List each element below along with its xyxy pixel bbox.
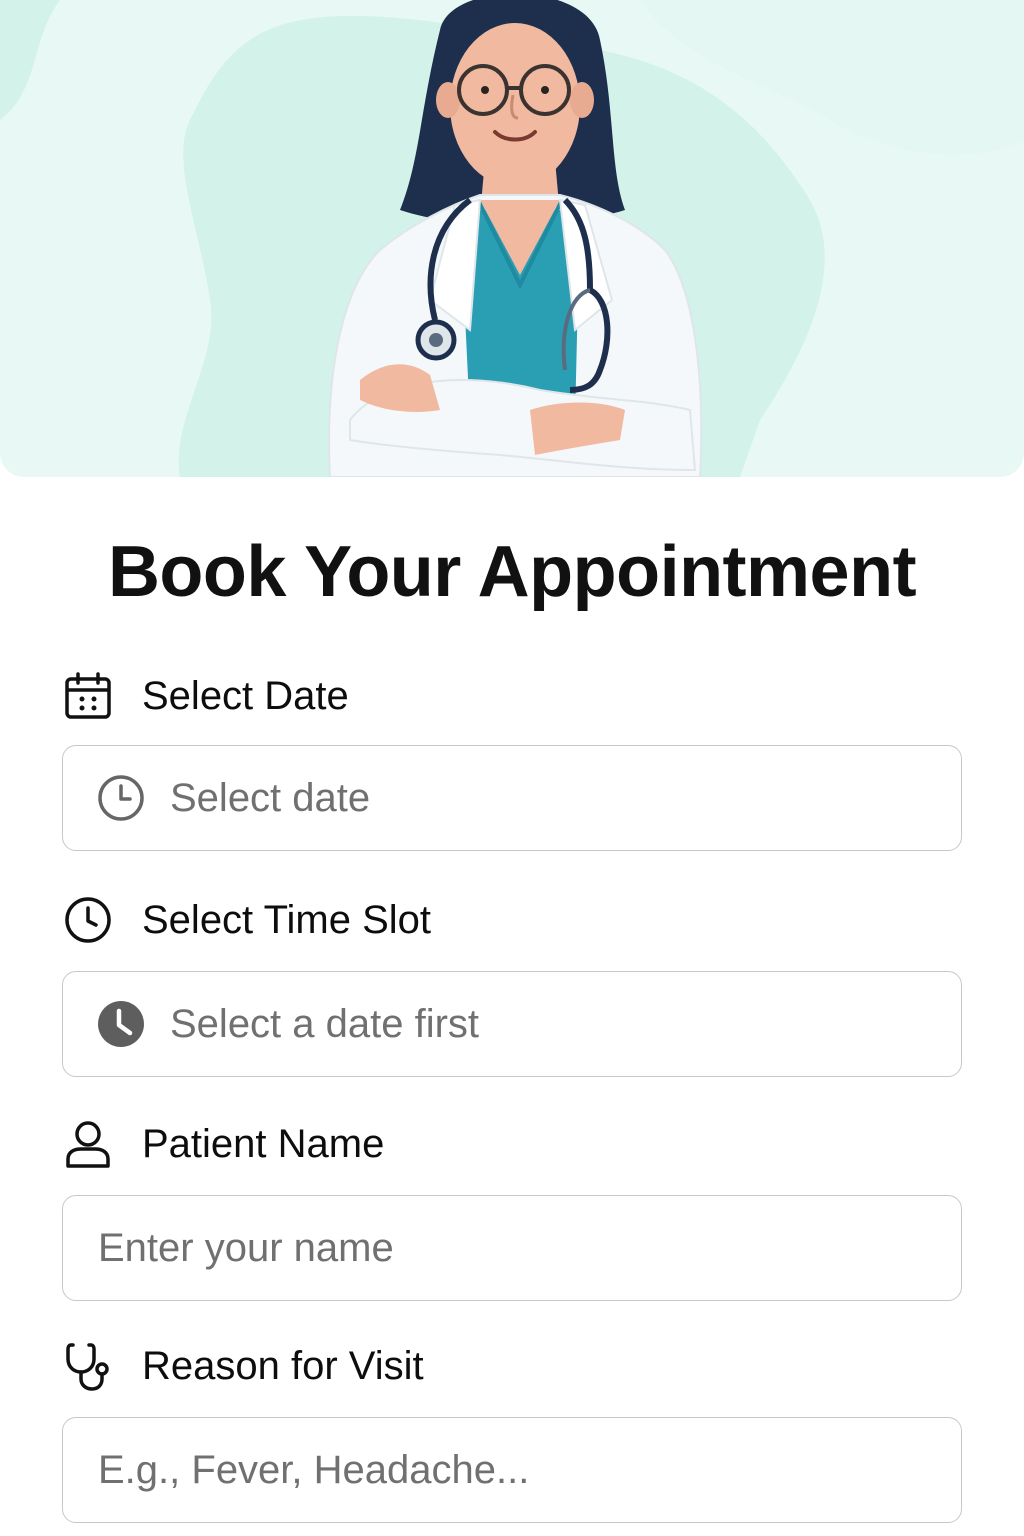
patient-name-field[interactable]	[62, 1195, 962, 1301]
page-title: Book Your Appointment	[107, 532, 917, 612]
patient-name-input[interactable]	[98, 1225, 918, 1271]
reason-label: Reason for Visit	[62, 1340, 424, 1392]
date-label-text: Select Date	[142, 674, 349, 718]
patient-name-label: Patient Name	[62, 1118, 384, 1170]
date-placeholder: Select date	[170, 775, 371, 820]
stethoscope-icon	[62, 1340, 114, 1392]
calendar-icon	[62, 670, 114, 722]
clock-outline-icon	[96, 773, 146, 823]
time-slot-label: Select Time Slot	[62, 894, 431, 946]
doctor-illustration	[0, 0, 1024, 477]
user-icon	[62, 1118, 114, 1170]
hero-banner	[0, 0, 1024, 477]
reason-label-text: Reason for Visit	[142, 1344, 424, 1388]
date-field[interactable]: Select date	[62, 745, 962, 851]
time-slot-label-text: Select Time Slot	[142, 898, 432, 942]
reason-input[interactable]	[98, 1447, 918, 1493]
clock-filled-icon	[96, 999, 146, 1049]
clock-icon	[62, 894, 114, 946]
time-slot-field[interactable]: Select a date first	[62, 971, 962, 1077]
patient-name-label-text: Patient Name	[142, 1122, 385, 1166]
reason-field[interactable]	[62, 1417, 962, 1523]
date-label: Select Date	[62, 670, 349, 722]
time-slot-placeholder: Select a date first	[170, 1001, 480, 1046]
